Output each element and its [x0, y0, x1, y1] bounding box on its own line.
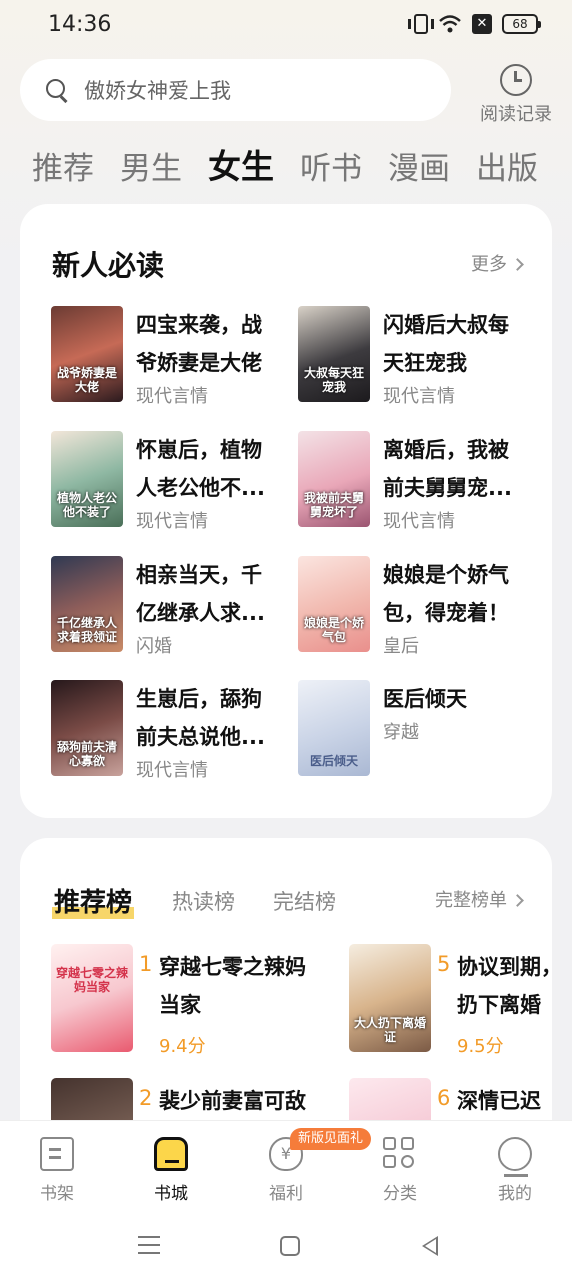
category-tabs: 推荐 男生 女生 听书 漫画 出版	[32, 140, 538, 188]
rank-number: 6	[437, 1086, 451, 1110]
battery-icon: 68	[502, 14, 541, 34]
menu-icon[interactable]	[138, 1236, 160, 1254]
rank-score: 9.4分	[159, 1036, 206, 1057]
book-title: 怀崽后，植物 人老公他不...	[136, 438, 265, 500]
promo-badge: 新版见面礼	[290, 1128, 372, 1150]
book-item[interactable]: 医后倾天 医后倾天 穿越	[298, 680, 538, 780]
bookstore-icon	[154, 1137, 188, 1171]
tab-published[interactable]: 出版	[476, 143, 538, 188]
rank-number: 5	[437, 952, 451, 976]
nav-bookstore[interactable]: 书城	[131, 1137, 211, 1204]
book-item[interactable]: 舔狗前夫清心寡欲 生崽后，舔狗 前夫总说他... 现代言情	[51, 680, 291, 781]
book-title: 闪婚后大叔每 天狂宠我	[383, 313, 509, 375]
book-cover: 千亿继承人求着我领证	[51, 556, 123, 652]
tab-comics[interactable]: 漫画	[388, 143, 450, 188]
nav-label: 书架	[40, 1184, 74, 1204]
tab-male[interactable]: 男生	[120, 143, 182, 188]
nav-bookshelf[interactable]: 书架	[17, 1137, 97, 1204]
book-tag: 现代言情	[383, 386, 455, 407]
book-title: 娘娘是个娇气 包，得宠着！	[383, 563, 509, 625]
more-button[interactable]: 更多	[471, 250, 524, 276]
profile-icon	[498, 1137, 532, 1177]
book-cover	[51, 1078, 133, 1120]
rank-score: 9.5分	[457, 1036, 504, 1057]
system-nav-bar	[0, 1222, 572, 1272]
rank-title: 穿越七零之辣妈 当家	[159, 955, 306, 1017]
book-cover: 舔狗前夫清心寡欲	[51, 680, 123, 776]
book-tag: 皇后	[383, 636, 419, 657]
book-item[interactable]: 千亿继承人求着我领证 相亲当天，千 亿继承人求... 闪婚	[51, 556, 291, 657]
book-tag: 穿越	[383, 722, 419, 743]
book-item[interactable]: 娘娘是个娇气包 娘娘是个娇气 包，得宠着！ 皇后	[298, 556, 538, 657]
nav-label: 分类	[383, 1184, 417, 1204]
tab-recommend[interactable]: 推荐	[32, 143, 94, 188]
search-input[interactable]: 傲娇女神爱上我	[20, 59, 451, 121]
search-icon	[44, 77, 70, 103]
clock-icon	[500, 64, 532, 96]
rank-title: 深情已迟	[457, 1089, 541, 1113]
book-tag: 现代言情	[136, 511, 208, 532]
book-tag: 现代言情	[136, 386, 208, 407]
book-title: 医后倾天	[383, 687, 467, 711]
book-tag: 现代言情	[136, 760, 208, 781]
book-cover: 植物人老公他不装了	[51, 431, 123, 527]
status-time: 14:36	[48, 12, 112, 37]
book-item[interactable]: 战爷娇妻是大佬 四宝来袭，战 爷娇妻是大佬 现代言情	[51, 306, 291, 407]
ranking-list: 穿越七零之辣妈当家 1 穿越七零之辣妈 当家 9.4分 大人扔下离婚证 5 协议…	[20, 838, 552, 1120]
book-tag: 闪婚	[136, 636, 172, 657]
rank-title: 协议到期， 扔下离婚	[457, 955, 552, 1017]
book-cover: 穿越七零之辣妈当家	[51, 944, 133, 1052]
no-sim-icon: ✕	[472, 14, 492, 34]
ranking-item[interactable]: 2 裴少前妻富可敌	[51, 1078, 306, 1120]
home-icon[interactable]	[280, 1236, 300, 1256]
status-icons: ✕ 68	[408, 14, 541, 34]
nav-label: 福利	[269, 1184, 303, 1204]
ranking-item[interactable]: 穿越七零之辣妈当家 1 穿越七零之辣妈 当家 9.4分	[51, 944, 306, 1057]
book-title: 离婚后，我被 前夫舅舅宠...	[383, 438, 512, 500]
chevron-right-icon	[511, 258, 524, 271]
book-tag: 现代言情	[383, 511, 455, 532]
new-reads-title: 新人必读	[52, 249, 165, 282]
nav-profile[interactable]: 我的	[475, 1137, 555, 1204]
more-label: 更多	[471, 254, 507, 275]
nav-label: 书城	[154, 1184, 188, 1204]
rank-number: 2	[139, 1086, 153, 1110]
book-cover: 战爷娇妻是大佬	[51, 306, 123, 402]
book-title: 相亲当天，千 亿继承人求...	[136, 563, 265, 625]
book-cover: 医后倾天	[298, 680, 370, 776]
nav-category[interactable]: 分类	[360, 1137, 440, 1204]
tab-female[interactable]: 女生	[208, 140, 274, 188]
rank-number: 1	[139, 952, 153, 976]
book-item[interactable]: 大叔每天狂宠我 闪婚后大叔每 天狂宠我 现代言情	[298, 306, 538, 407]
rank-title: 裴少前妻富可敌	[159, 1089, 306, 1113]
book-cover: 我被前夫舅舅宠坏了	[298, 431, 370, 527]
search-placeholder: 傲娇女神爱上我	[84, 79, 231, 103]
ranking-item[interactable]: 大人扔下离婚证 5 协议到期， 扔下离婚 9.5分	[349, 944, 552, 1057]
book-cover: 大人扔下离婚证	[349, 944, 431, 1052]
nav-label: 我的	[498, 1184, 532, 1204]
tab-audiobook[interactable]: 听书	[300, 143, 362, 188]
book-cover	[349, 1078, 431, 1120]
book-cover: 大叔每天狂宠我	[298, 306, 370, 402]
reading-history-button[interactable]: 阅读记录	[474, 64, 558, 126]
bookshelf-icon	[40, 1137, 74, 1171]
category-icon	[383, 1137, 417, 1171]
reading-history-label: 阅读记录	[480, 104, 552, 125]
back-icon[interactable]	[422, 1236, 438, 1256]
wifi-icon	[438, 14, 462, 34]
status-bar: 14:36 ✕ 68	[0, 0, 572, 50]
book-cover: 娘娘是个娇气包	[298, 556, 370, 652]
book-title: 生崽后，舔狗 前夫总说他...	[136, 687, 265, 749]
book-title: 四宝来袭，战 爷娇妻是大佬	[136, 313, 262, 375]
new-reads-card: 新人必读 更多 战爷娇妻是大佬 四宝来袭，战 爷娇妻是大佬 现代言情 大叔每天狂…	[20, 204, 552, 818]
ranking-item[interactable]: 6 深情已迟	[349, 1078, 552, 1120]
vibrate-icon	[408, 14, 434, 34]
book-item[interactable]: 植物人老公他不装了 怀崽后，植物 人老公他不... 现代言情	[51, 431, 291, 532]
book-item[interactable]: 我被前夫舅舅宠坏了 离婚后，我被 前夫舅舅宠... 现代言情	[298, 431, 538, 532]
